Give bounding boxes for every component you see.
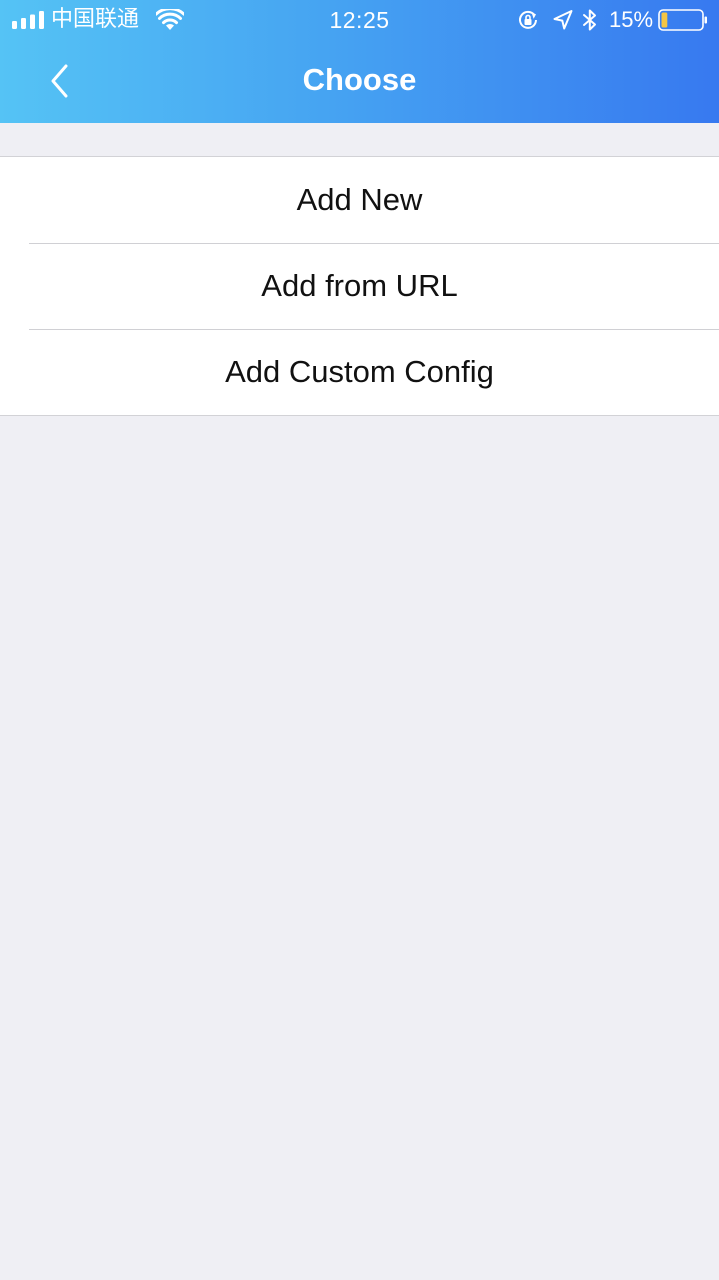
battery-percent: 15% [609,7,654,32]
add-new-option[interactable]: Add New [0,157,719,243]
options-list: Add New Add from URL Add Custom Config [0,156,719,416]
navigation-bar: Choose [0,40,719,123]
rotation-lock-icon [519,10,537,29]
location-arrow-icon [553,10,573,30]
battery-icon [658,9,707,31]
app-header: 中国联通 12:25 15% Choose [0,0,719,123]
status-bar: 中国联通 12:25 15% [0,0,719,40]
page-title: Choose [302,62,417,97]
add-from-url-option[interactable]: Add from URL [0,243,719,329]
add-custom-config-option[interactable]: Add Custom Config [0,329,719,415]
bluetooth-icon [583,9,596,31]
